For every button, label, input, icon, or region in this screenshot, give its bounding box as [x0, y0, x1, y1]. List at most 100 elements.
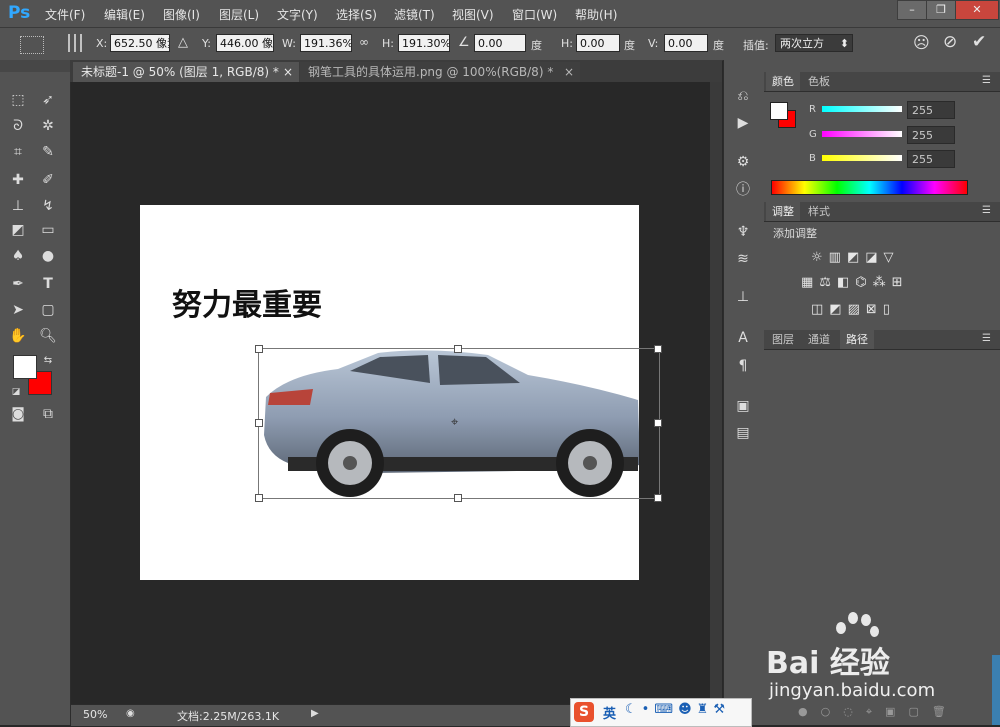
keyboard-icon[interactable]: ⌨: [654, 702, 678, 717]
y-field[interactable]: 446.00 像素: [216, 34, 274, 52]
r-slider[interactable]: [822, 106, 902, 112]
curves-icon[interactable]: ◩: [847, 250, 865, 265]
transform-bounding-box[interactable]: [258, 348, 660, 499]
foreground-color-swatch[interactable]: [13, 355, 37, 379]
clone-source-icon[interactable]: ⊥: [733, 287, 753, 307]
b-value[interactable]: 255: [907, 150, 955, 168]
quick-mask-icon[interactable]: ◙: [8, 404, 28, 424]
close-icon[interactable]: ×: [564, 62, 574, 82]
tab-swatches[interactable]: 色板: [802, 72, 836, 91]
default-colors-icon[interactable]: ◪: [6, 382, 26, 402]
zoom-level[interactable]: 50%: [83, 708, 107, 721]
brush-tool-icon[interactable]: ✐: [38, 170, 58, 190]
shape-tool-icon[interactable]: ▢: [38, 300, 58, 320]
cancel-transform-icon[interactable]: ⊘: [943, 32, 957, 52]
gradient-tool-icon[interactable]: ▭: [38, 220, 58, 240]
panel-menu-icon[interactable]: ☰: [982, 205, 991, 216]
link-icon[interactable]: ∞: [359, 35, 369, 49]
notes-icon[interactable]: ▤: [733, 423, 753, 443]
reference-point-icon[interactable]: [68, 34, 86, 52]
user-icon[interactable]: ☻: [678, 702, 697, 717]
path-selection-tool-icon[interactable]: ➤: [8, 300, 28, 320]
healing-brush-tool-icon[interactable]: ✚: [8, 170, 28, 190]
tab-channels[interactable]: 通道: [802, 330, 836, 349]
magic-wand-tool-icon[interactable]: ✲: [38, 116, 58, 136]
tab-styles[interactable]: 样式: [802, 202, 836, 221]
transform-handle[interactable]: [454, 494, 462, 502]
eyedropper-tool-icon[interactable]: ✎: [38, 142, 58, 162]
triangle-icon[interactable]: △: [178, 35, 188, 50]
vertical-scrollbar[interactable]: [710, 82, 722, 704]
new-path-icon[interactable]: ▢: [908, 705, 931, 718]
threshold-icon[interactable]: ▨: [848, 302, 866, 317]
menu-layer[interactable]: 图层(L): [219, 6, 259, 23]
stamp-tool-icon[interactable]: ⊥: [8, 196, 28, 216]
vibrance-icon[interactable]: ▽: [884, 250, 900, 265]
warp-icon[interactable]: ☹: [913, 33, 930, 52]
history-brush-tool-icon[interactable]: ↯: [38, 196, 58, 216]
transform-center-icon[interactable]: ⌖: [451, 415, 458, 430]
transform-handle[interactable]: [654, 419, 662, 427]
sogou-logo-icon[interactable]: S: [574, 702, 594, 722]
menu-file[interactable]: 文件(F): [45, 6, 85, 23]
dot-icon[interactable]: •: [642, 702, 655, 717]
crop-tool-icon[interactable]: ⌗: [8, 142, 28, 162]
lasso-tool-icon[interactable]: ᘐ: [8, 116, 28, 136]
b-slider[interactable]: [822, 155, 902, 161]
tab-adjustments[interactable]: 调整: [766, 202, 800, 221]
brush-settings-icon[interactable]: ≋: [733, 249, 753, 269]
actions-play-icon[interactable]: ▶: [733, 113, 753, 133]
edge-scrollbar[interactable]: [992, 655, 1000, 725]
dodge-tool-icon[interactable]: ●: [38, 246, 58, 266]
status-preview-icon[interactable]: ◉: [126, 708, 135, 719]
transform-handle[interactable]: [255, 494, 263, 502]
panel-menu-icon[interactable]: ☰: [982, 75, 991, 86]
w-field[interactable]: 191.36%: [300, 34, 352, 52]
r-value[interactable]: 255: [907, 101, 955, 119]
gradient-map-icon[interactable]: ▯: [883, 302, 896, 317]
color-balance-icon[interactable]: ⚖: [819, 275, 837, 290]
tab-paths[interactable]: 路径: [840, 330, 874, 349]
tab-color[interactable]: 颜色: [766, 72, 800, 91]
status-menu-arrow-icon[interactable]: ▶: [311, 708, 319, 719]
screen-mode-icon[interactable]: ⧉: [38, 404, 58, 424]
close-window-button[interactable]: ✕: [955, 0, 999, 20]
transform-handle[interactable]: [255, 345, 263, 353]
hand-tool-icon[interactable]: ✋: [8, 326, 28, 346]
canvas-text-layer[interactable]: 努力最重要: [172, 280, 322, 324]
toolbar-grip[interactable]: [0, 60, 70, 72]
posterize-icon[interactable]: ◩: [829, 302, 847, 317]
levels-icon[interactable]: ▥: [829, 250, 847, 265]
pen-tool-icon[interactable]: ✒: [8, 274, 28, 294]
fill-path-icon[interactable]: ●: [798, 705, 821, 718]
commit-transform-icon[interactable]: ✔: [972, 32, 986, 52]
invert-icon[interactable]: ◫: [811, 302, 829, 317]
close-icon[interactable]: ×: [283, 62, 293, 82]
brightness-icon[interactable]: ☼: [811, 250, 829, 265]
transform-handle[interactable]: [654, 494, 662, 502]
ime-language[interactable]: 英: [603, 703, 616, 722]
delete-path-icon[interactable]: 🗑︎: [932, 705, 959, 718]
zoom-tool-icon[interactable]: 🔍︎: [38, 326, 58, 346]
transform-handle[interactable]: [454, 345, 462, 353]
exposure-icon[interactable]: ◪: [865, 250, 883, 265]
add-mask-icon[interactable]: ▣: [885, 705, 908, 718]
color-foreground-swatch[interactable]: [770, 102, 788, 120]
make-path-icon[interactable]: ⌖: [866, 705, 885, 718]
type-tool-icon[interactable]: T: [38, 274, 58, 294]
layer-comps-icon[interactable]: ▣: [733, 396, 753, 416]
color-lookup-icon[interactable]: ⊞: [892, 275, 909, 290]
menu-type[interactable]: 文字(Y): [277, 6, 318, 23]
selective-color-icon[interactable]: ⊠: [866, 302, 883, 317]
g-slider[interactable]: [822, 131, 902, 137]
history-icon[interactable]: ⎌: [733, 86, 753, 106]
panel-menu-icon[interactable]: ☰: [982, 333, 991, 344]
g-value[interactable]: 255: [907, 126, 955, 144]
channel-mixer-icon[interactable]: ⁂: [873, 275, 892, 290]
paragraph-icon[interactable]: ¶: [733, 356, 753, 376]
transform-handle[interactable]: [255, 419, 263, 427]
menu-select[interactable]: 选择(S): [336, 6, 377, 23]
character-styles-icon[interactable]: ⚙: [733, 152, 753, 172]
h-field[interactable]: 191.30%: [398, 34, 450, 52]
move-tool-icon[interactable]: ➶: [38, 90, 58, 110]
